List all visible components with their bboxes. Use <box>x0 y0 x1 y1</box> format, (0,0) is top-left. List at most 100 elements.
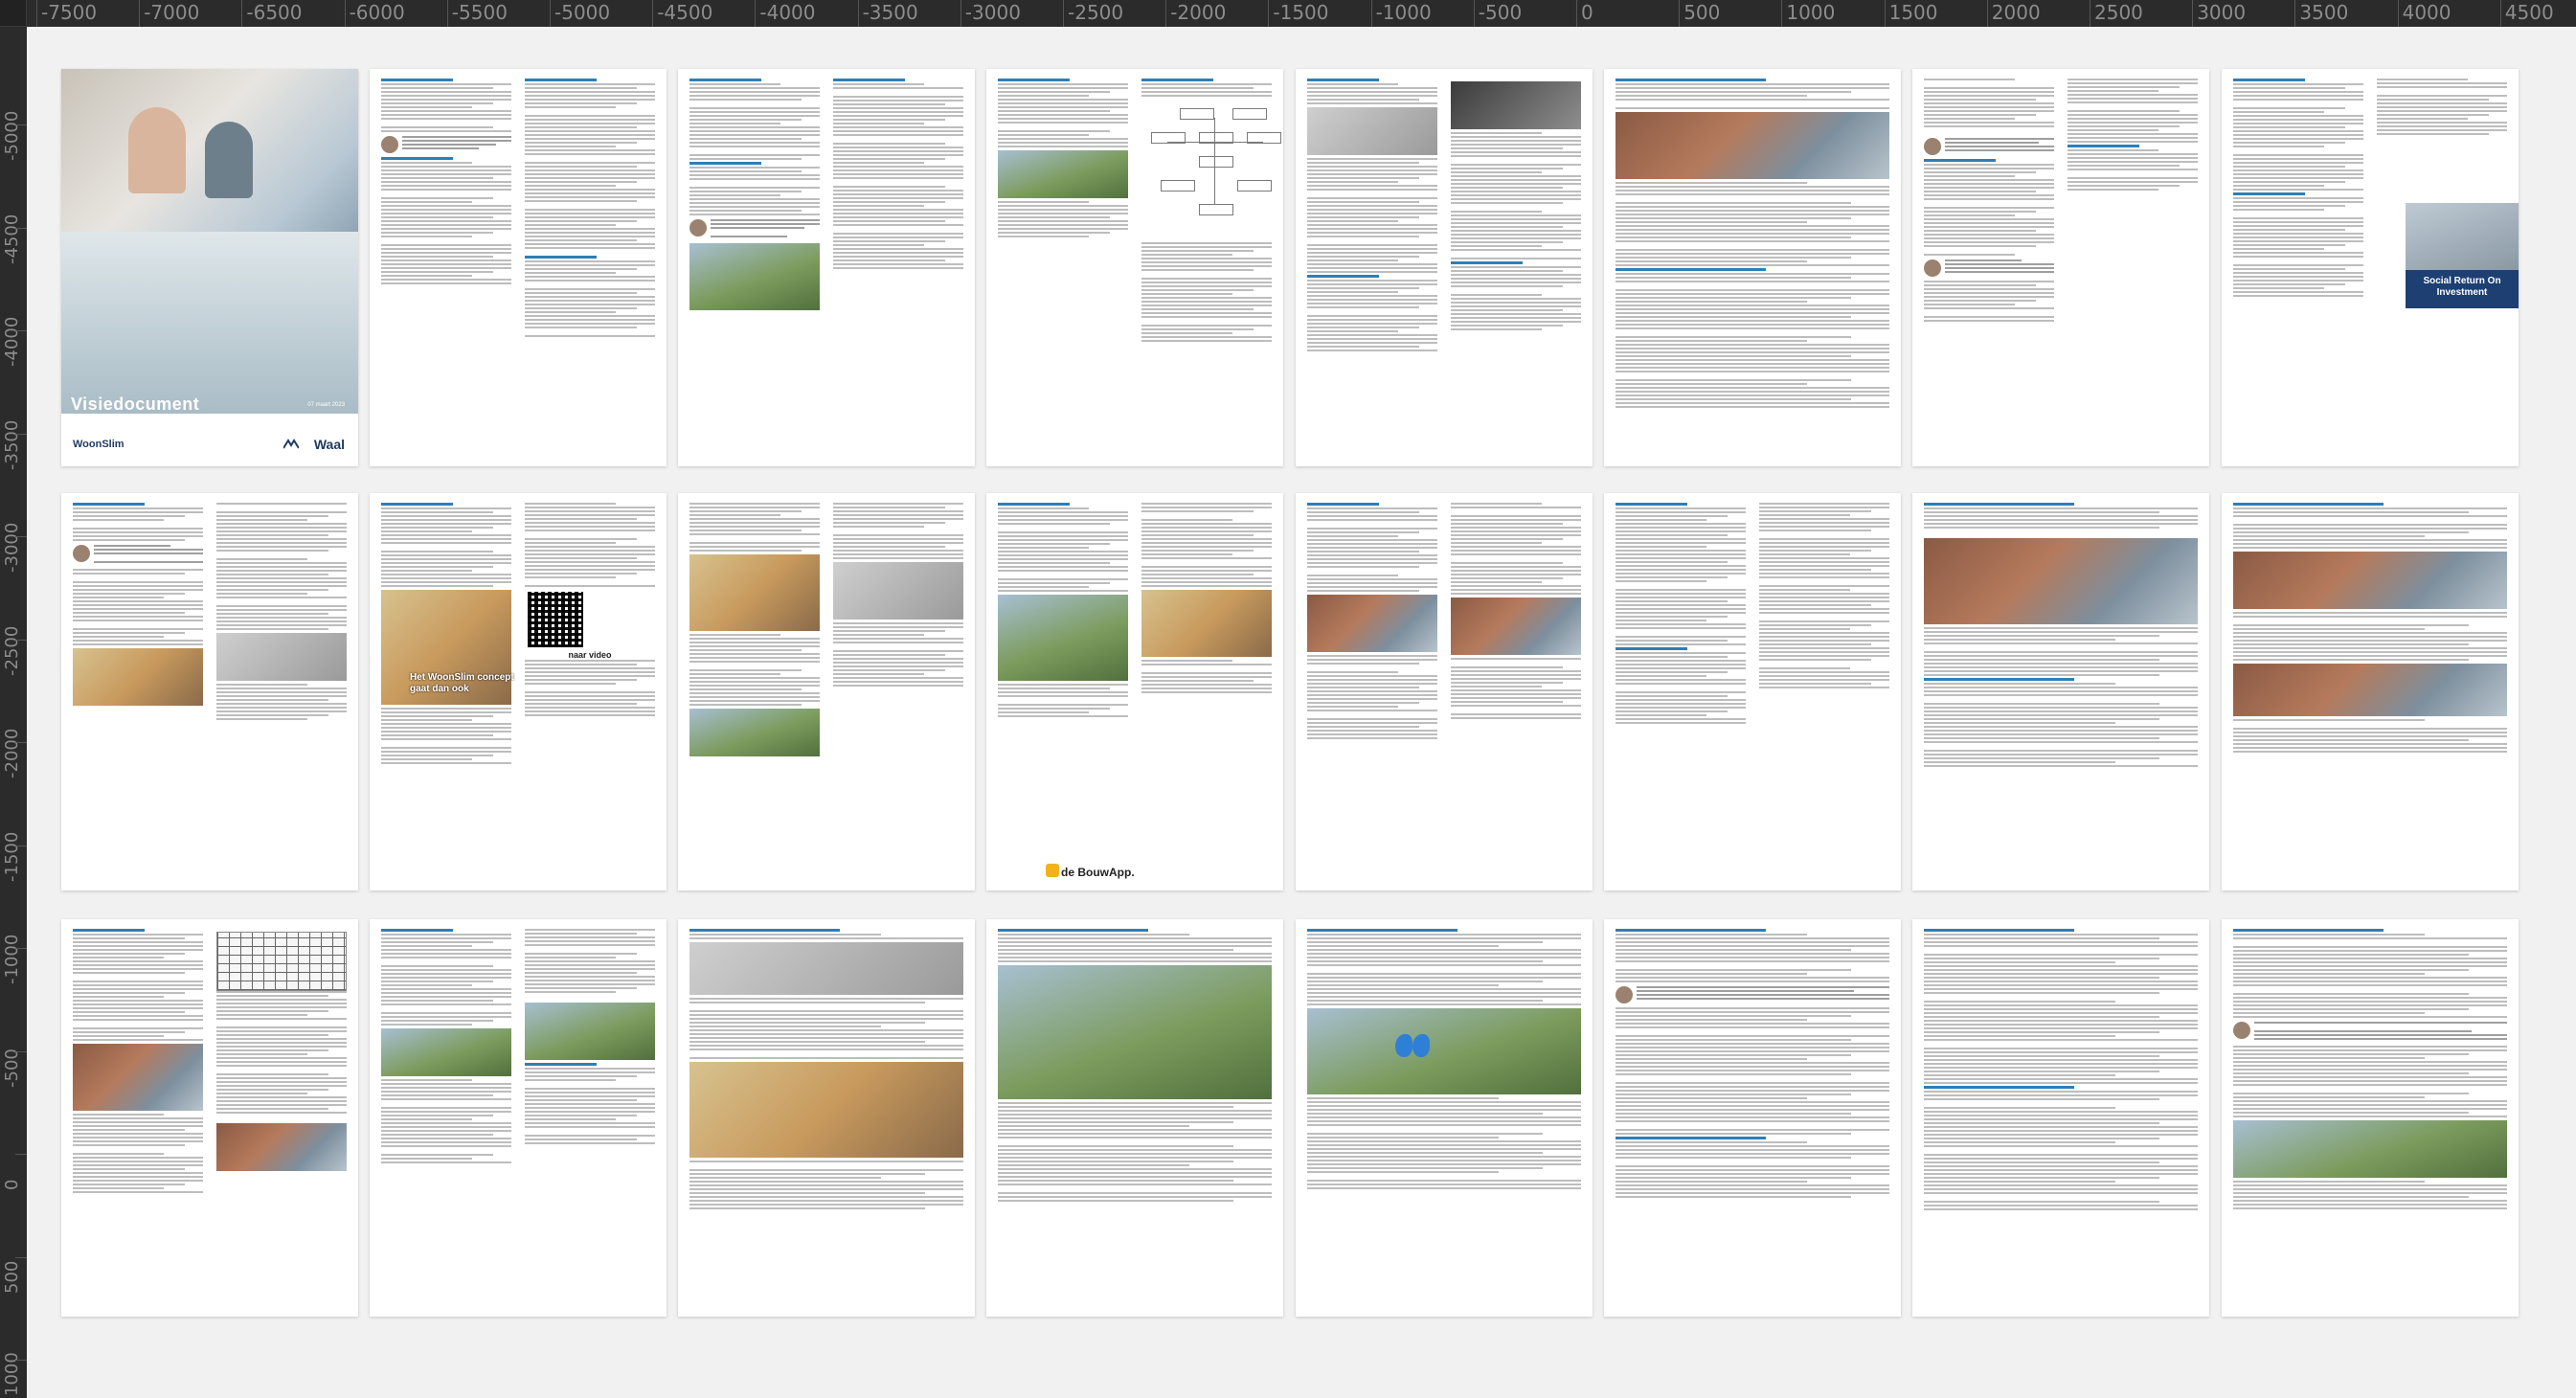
text-line <box>1616 527 1746 529</box>
text-line <box>381 988 511 990</box>
text-line <box>2233 539 2507 541</box>
text-line <box>525 87 637 89</box>
text-line <box>1616 264 1889 266</box>
text-line <box>525 130 655 132</box>
text-line <box>1616 945 1889 947</box>
text-line <box>2254 1038 2507 1040</box>
text-line <box>525 335 655 337</box>
page-thumbnail[interactable] <box>678 493 975 891</box>
text-line <box>525 173 655 175</box>
text-line <box>2233 507 2507 509</box>
text-line <box>381 953 511 955</box>
text-line <box>1759 600 1889 602</box>
page-thumbnail[interactable] <box>678 69 975 466</box>
text-line <box>1451 132 1543 134</box>
page-thumbnail[interactable] <box>1604 493 1901 891</box>
text-line <box>689 1045 963 1047</box>
text-line <box>1924 722 2116 724</box>
page-thumbnail[interactable] <box>1912 919 2209 1317</box>
page-photo <box>525 1003 655 1060</box>
text-line <box>525 1075 637 1077</box>
text-line <box>1616 320 1889 322</box>
page-thumbnail[interactable] <box>2222 919 2519 1317</box>
text-line <box>381 719 473 721</box>
page-thumbnail[interactable] <box>986 69 1283 466</box>
text-line <box>1759 557 1889 559</box>
ruler-tick-label: -3500 <box>2 419 22 470</box>
section-heading <box>1307 503 1379 506</box>
horizontal-ruler[interactable]: -7500 -7000 -6500 -6000 -5500 -5000 -4500 -4000… <box>0 0 2576 27</box>
qr-code[interactable] <box>525 589 586 650</box>
document-canvas[interactable]: Visiedocument 07 maart 2023 WoonSlim Waal So… <box>27 27 2576 1398</box>
video-photo[interactable]: Het WoonSlim concept gaat dan ook <box>381 590 514 705</box>
text-line <box>998 570 1128 572</box>
text-line <box>998 220 1128 222</box>
text-line <box>2377 118 2469 120</box>
text-line <box>689 154 820 156</box>
page-thumbnail[interactable] <box>986 919 1283 1317</box>
text-line <box>1924 1138 2159 1139</box>
page-thumbnail[interactable] <box>1604 69 1901 466</box>
page-thumbnail[interactable]: de BouwApp. <box>986 493 1283 891</box>
page-thumbnail[interactable] <box>1296 919 1593 1317</box>
page-thumbnail[interactable]: Visiedocument 07 maart 2023 WoonSlim Waal <box>61 69 358 466</box>
section-heading <box>381 157 453 160</box>
text-line <box>1924 316 2054 318</box>
page-thumbnail[interactable] <box>678 919 975 1317</box>
text-line <box>1924 1067 2198 1069</box>
text-line <box>998 578 1128 580</box>
text-line <box>1307 535 1399 537</box>
text-line <box>1924 234 2054 236</box>
text-line <box>2233 83 2363 85</box>
page-thumbnail[interactable] <box>1296 69 1593 466</box>
text-line <box>998 531 1128 533</box>
text-line <box>73 1125 203 1127</box>
text-line <box>1616 273 1889 275</box>
page-thumbnail[interactable] <box>1604 919 1901 1317</box>
page-thumbnail[interactable]: Het WoonSlim concept gaat dan ook naar vi… <box>370 493 667 891</box>
text-line <box>216 577 347 579</box>
diagram-box <box>1161 180 1195 192</box>
text-line <box>1141 340 1272 342</box>
text-line <box>998 216 1110 218</box>
text-line <box>689 1169 963 1171</box>
text-line <box>833 96 963 98</box>
text-line <box>381 992 511 994</box>
page-thumbnail[interactable] <box>1296 493 1593 891</box>
page-thumbnail[interactable] <box>370 919 667 1317</box>
text-line <box>1759 569 1871 571</box>
page-thumbnail[interactable] <box>1912 493 2209 891</box>
ruler-tick-label: 1000 <box>1781 0 1835 27</box>
page-thumbnail[interactable] <box>370 69 667 466</box>
text-line <box>1616 1188 1889 1190</box>
text-line <box>1307 578 1437 580</box>
text-line <box>1924 175 2016 177</box>
text-line <box>1924 1074 2116 1076</box>
text-line <box>525 695 655 697</box>
text-line <box>1307 1109 1581 1111</box>
section-heading <box>381 79 453 81</box>
text-line <box>1307 201 1419 203</box>
page-thumbnail[interactable] <box>2222 493 2519 891</box>
page-thumbnail[interactable] <box>61 919 358 1317</box>
text-line <box>1616 627 1746 629</box>
text-line <box>2233 528 2507 530</box>
page-thumbnail[interactable] <box>61 493 358 891</box>
text-line <box>381 973 511 975</box>
page-thumbnail[interactable]: Social Return On Investment <box>2222 69 2519 466</box>
text-line <box>1616 1047 1889 1048</box>
text-line <box>525 542 617 544</box>
diagram-box <box>1199 156 1233 168</box>
text-line <box>216 620 347 622</box>
text-line <box>998 711 1090 713</box>
text-line <box>1616 398 1851 400</box>
vertical-ruler[interactable]: -5000 -4500 -4000 -3500 -3000 -2500 -2000 -1500… <box>0 27 27 1398</box>
text-line <box>73 992 185 994</box>
page-thumbnail[interactable] <box>1912 69 2209 466</box>
text-line <box>1307 1000 1543 1002</box>
text-line <box>1451 168 1563 169</box>
text-line <box>381 1126 511 1128</box>
text-line <box>2233 655 2507 657</box>
text-line <box>1616 240 1889 242</box>
text-line <box>1759 620 1889 622</box>
